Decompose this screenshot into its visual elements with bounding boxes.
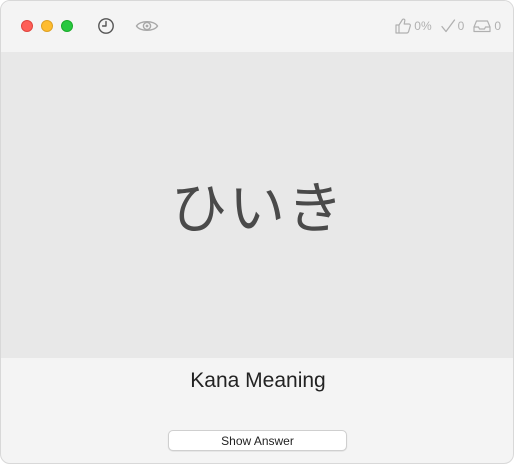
correct-stat: 0 [440,18,465,34]
show-answer-button[interactable]: Show Answer [168,430,347,451]
minimize-button[interactable] [41,20,53,32]
close-button[interactable] [21,20,33,32]
thumbs-up-icon [394,17,412,35]
inbox-value: 0 [494,19,501,33]
correct-value: 0 [457,19,465,33]
stats-bar: 0% 0 0 [394,16,501,36]
title-bar: 0% 0 0 [1,1,513,52]
answer-type-label: Kana Meaning [190,369,326,392]
flashcard-prompt-area: ひいき [1,52,513,358]
app-window: 0% 0 0 ひいき Kana Meaning Show Answer [0,0,514,464]
kana-prompt: ひいき [171,176,345,242]
eye-icon[interactable] [135,16,159,36]
inbox-tray-icon [472,18,492,34]
inbox-stat: 0 [472,18,501,34]
clock-icon[interactable] [96,16,116,36]
zoom-button[interactable] [61,20,73,32]
likes-stat: 0% [394,17,432,35]
likes-value: 0% [414,19,432,33]
checkmark-icon [440,18,456,34]
